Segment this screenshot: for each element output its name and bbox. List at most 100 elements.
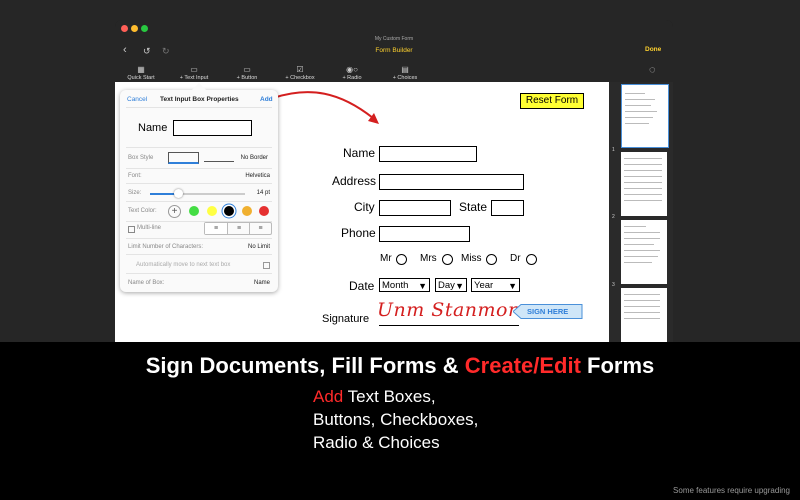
- footer-note: Some features require upgrading: [673, 486, 790, 495]
- marketing-heading: Sign Documents, Fill Forms & Create/Edit…: [145, 353, 655, 378]
- add-choices-button[interactable]: ▤ + Choices: [380, 65, 430, 81]
- color-red[interactable]: [259, 206, 269, 216]
- window-title: Form Builder: [375, 47, 413, 54]
- alignment-control[interactable]: ≡ ≡ ≡: [204, 222, 272, 235]
- annotation-icon[interactable]: ◌: [649, 64, 656, 76]
- done-button[interactable]: Done: [645, 46, 661, 53]
- no-border-option[interactable]: No Border: [230, 155, 268, 161]
- radio-icon: ◉○: [346, 65, 358, 74]
- title-option-miss[interactable]: Miss: [461, 253, 482, 264]
- redo-icon[interactable]: ↻: [162, 46, 170, 57]
- multiline-label: Multi-line: [137, 225, 162, 231]
- feature-line-1: Add Text Boxes,: [313, 387, 436, 406]
- add-checkbox-button[interactable]: ☑ + Checkbox: [275, 65, 325, 81]
- thumbnail-page-4[interactable]: [621, 288, 667, 342]
- close-window-button[interactable]: [121, 25, 128, 32]
- align-left-icon[interactable]: ≡: [205, 223, 227, 234]
- date-label: Date: [349, 279, 375, 293]
- phone-field[interactable]: [379, 226, 470, 242]
- text-color-label: Text Color:: [128, 208, 157, 214]
- size-value: 14 pt: [256, 190, 270, 196]
- city-field[interactable]: [379, 200, 451, 216]
- signature-label: Signature: [322, 313, 370, 325]
- popover-title: Text Input Box Properties: [160, 96, 239, 103]
- font-value[interactable]: Helvetica: [220, 173, 270, 179]
- cancel-button[interactable]: Cancel: [127, 96, 147, 103]
- box-style-label: Box Style: [128, 155, 154, 161]
- page-number-2: 2: [612, 214, 615, 220]
- preview-label: Name: [138, 122, 168, 134]
- divider: [126, 273, 272, 274]
- box-style-bordered[interactable]: [168, 152, 199, 164]
- window-subtitle: My Custom Form: [374, 36, 414, 42]
- thumbnail-page-3[interactable]: [621, 220, 667, 284]
- pointer-arrow: [272, 91, 379, 124]
- add-color-icon[interactable]: +: [168, 205, 181, 218]
- quick-start-icon: ▦: [137, 65, 145, 74]
- font-label: Font:: [128, 173, 142, 179]
- thumbnail-page-1[interactable]: [621, 84, 669, 148]
- back-icon[interactable]: ‹: [123, 44, 127, 56]
- signature-line: [379, 325, 519, 326]
- phone-label: Phone: [341, 226, 376, 240]
- chevron-down-icon: ▼: [455, 281, 464, 291]
- size-slider-fill: [150, 193, 177, 195]
- divider: [126, 238, 272, 239]
- name-label: Name: [343, 146, 376, 160]
- title-option-dr[interactable]: Dr: [510, 253, 521, 264]
- address-field[interactable]: [379, 174, 524, 190]
- align-center-icon[interactable]: ≡: [227, 223, 250, 234]
- add-button-button[interactable]: ▭ + Button: [222, 65, 272, 81]
- divider: [126, 107, 272, 108]
- title-option-mr[interactable]: Mr: [380, 253, 392, 264]
- title-option-mrs[interactable]: Mrs: [420, 253, 437, 264]
- thumbnail-page-2[interactable]: [621, 152, 667, 216]
- name-field[interactable]: [379, 146, 477, 162]
- radio-miss[interactable]: [486, 254, 497, 265]
- month-select[interactable]: Month ▼: [379, 278, 430, 292]
- text-input-icon: ▭: [190, 65, 198, 74]
- limit-characters-label: Limit Number of Characters:: [128, 244, 204, 250]
- auto-move-checkbox[interactable]: [263, 262, 270, 269]
- add-text-input-button[interactable]: ▭ + Text Input: [169, 65, 219, 81]
- address-label: Address: [332, 174, 377, 188]
- undo-icon[interactable]: ↺: [143, 46, 151, 57]
- radio-mr[interactable]: [396, 254, 407, 265]
- divider: [126, 254, 272, 255]
- year-select[interactable]: Year ▼: [471, 278, 520, 292]
- day-select[interactable]: Day ▼: [435, 278, 467, 292]
- multiline-checkbox[interactable]: [128, 226, 135, 233]
- preview-text-box: [173, 120, 252, 136]
- page-number-1: 1: [612, 147, 615, 153]
- zoom-window-button[interactable]: [141, 25, 148, 32]
- text-input-properties-popover: Cancel Text Input Box Properties Add Nam…: [120, 82, 278, 292]
- color-orange[interactable]: [242, 206, 252, 216]
- color-yellow[interactable]: [207, 206, 217, 216]
- feature-line-3: Radio & Choices: [313, 433, 440, 452]
- reset-form-button[interactable]: Reset Form: [520, 93, 584, 109]
- sign-here-tag[interactable]: SIGN HERE: [513, 304, 583, 319]
- color-black-selected[interactable]: [224, 206, 234, 216]
- state-label: State: [459, 200, 488, 214]
- add-button[interactable]: Add: [260, 96, 273, 103]
- align-right-icon[interactable]: ≡: [249, 223, 271, 234]
- radio-dr[interactable]: [526, 254, 537, 265]
- feature-line-2: Buttons, Checkboxes,: [313, 410, 479, 429]
- limit-characters-value[interactable]: No Limit: [220, 244, 270, 250]
- box-style-underline[interactable]: [204, 161, 234, 162]
- add-radio-button[interactable]: ◉○ + Radio: [327, 65, 377, 81]
- name-of-box-value[interactable]: Name: [220, 280, 270, 286]
- size-label: Size:: [128, 190, 142, 196]
- divider: [126, 168, 272, 169]
- color-green[interactable]: [189, 206, 199, 216]
- size-slider-thumb[interactable]: [174, 189, 183, 198]
- radio-mrs[interactable]: [442, 254, 453, 265]
- state-field[interactable]: [491, 200, 524, 216]
- page-number-3: 3: [612, 282, 615, 288]
- page-thumbnails: 1 2 3: [609, 82, 673, 342]
- minimize-window-button[interactable]: [131, 25, 138, 32]
- signature-field[interactable]: Unm Stanmore: [377, 299, 529, 321]
- title-bar: My Custom Form Form Builder ‹ ↺ ↻ Done ▦…: [115, 20, 673, 82]
- auto-move-label: Automatically move to next text box: [136, 262, 231, 268]
- quick-start-button[interactable]: ▦ Quick Start: [116, 65, 166, 81]
